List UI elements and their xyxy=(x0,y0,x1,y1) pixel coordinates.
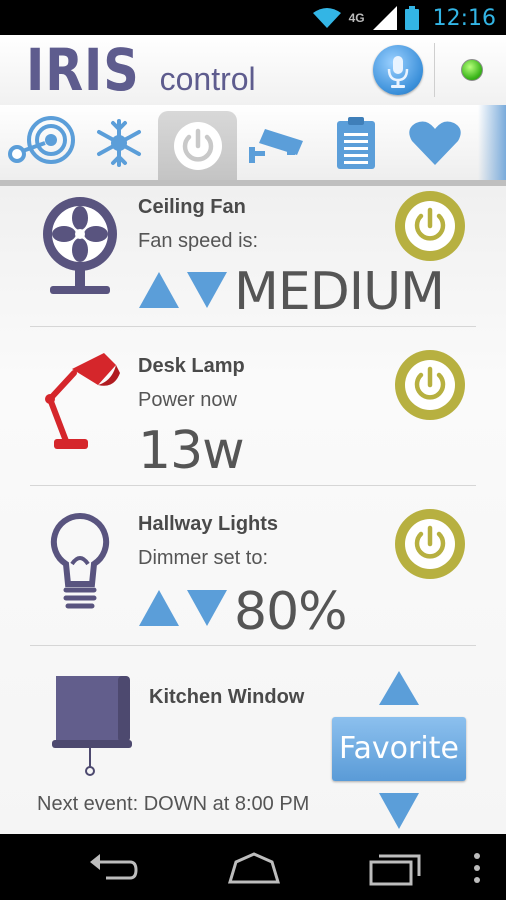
camera-icon xyxy=(248,128,303,163)
network-label: 4G xyxy=(348,11,365,25)
device-name: Desk Lamp xyxy=(138,355,245,377)
microphone-button[interactable] xyxy=(373,45,423,95)
tabs-scroll-fade xyxy=(478,105,506,180)
category-tabs xyxy=(0,105,506,186)
shade-down-button[interactable] xyxy=(378,791,420,831)
clipboard-icon xyxy=(336,116,375,169)
device-label: Power now xyxy=(138,389,237,411)
clock: 12:16 xyxy=(432,5,496,31)
device-name: Hallway Lights xyxy=(138,513,279,535)
power-icon xyxy=(173,121,222,170)
device-row-hallway-lights: Hallway Lights Dimmer set to: 80% xyxy=(30,486,476,646)
home-button[interactable] xyxy=(226,848,282,888)
microphone-icon xyxy=(387,56,409,88)
status-bar: 4G 12:16 xyxy=(0,0,506,35)
overflow-menu-button[interactable] xyxy=(472,852,482,884)
wifi-icon xyxy=(312,8,341,28)
increase-dimmer-button[interactable] xyxy=(138,588,180,628)
recent-apps-button[interactable] xyxy=(369,848,421,888)
battery-icon xyxy=(404,6,419,30)
device-row-desk-lamp: Desk Lamp Power now 13w xyxy=(30,327,476,486)
device-name: Ceiling Fan xyxy=(138,196,246,218)
favorite-button[interactable]: Favorite xyxy=(332,717,466,781)
desk-lamp-icon xyxy=(45,353,120,449)
heart-icon xyxy=(408,120,461,165)
system-nav-bar xyxy=(0,834,506,900)
tab-clipboard[interactable] xyxy=(316,105,395,180)
device-row-ceiling-fan: Ceiling Fan Fan speed is: MEDIUM xyxy=(30,186,476,327)
brand-logo: IRIS control xyxy=(26,36,256,104)
fan-icon xyxy=(43,197,117,294)
tab-camera[interactable] xyxy=(237,105,316,180)
hallway-lights-power-button[interactable] xyxy=(394,508,466,580)
tab-climate[interactable] xyxy=(79,105,158,180)
device-name: Kitchen Window xyxy=(149,686,305,708)
fan-speed-value: MEDIUM xyxy=(234,262,445,322)
dimmer-value: 80% xyxy=(234,582,348,642)
decrease-dimmer-button[interactable] xyxy=(186,588,228,628)
light-bulb-icon xyxy=(50,512,110,609)
snowflake-sun-icon xyxy=(96,118,141,167)
brand-suffix: control xyxy=(159,61,256,97)
ceiling-fan-power-button[interactable] xyxy=(394,190,466,262)
increase-speed-button[interactable] xyxy=(138,270,180,310)
tab-favorites[interactable] xyxy=(395,105,474,180)
device-label: Fan speed is: xyxy=(138,230,259,252)
back-button[interactable] xyxy=(86,848,138,888)
device-label: Dimmer set to: xyxy=(138,547,269,569)
power-now-value: 13w xyxy=(138,421,245,481)
device-list: Ceiling Fan Fan speed is: MEDIUM Desk La… xyxy=(0,186,506,834)
decrease-speed-button[interactable] xyxy=(186,270,228,310)
app-header: IRIS control xyxy=(0,35,506,106)
tab-network[interactable] xyxy=(0,105,79,180)
header-divider xyxy=(434,43,435,97)
signal-icon xyxy=(372,6,397,30)
next-event-text: Next event: DOWN at 8:00 PM xyxy=(37,793,310,815)
shade-up-button[interactable] xyxy=(378,669,420,707)
window-shade-icon xyxy=(52,676,132,776)
desk-lamp-power-button[interactable] xyxy=(394,349,466,421)
network-icon xyxy=(7,115,75,164)
tab-power[interactable] xyxy=(158,111,237,180)
connection-status-indicator xyxy=(461,59,483,81)
brand-name: IRIS xyxy=(26,36,140,104)
